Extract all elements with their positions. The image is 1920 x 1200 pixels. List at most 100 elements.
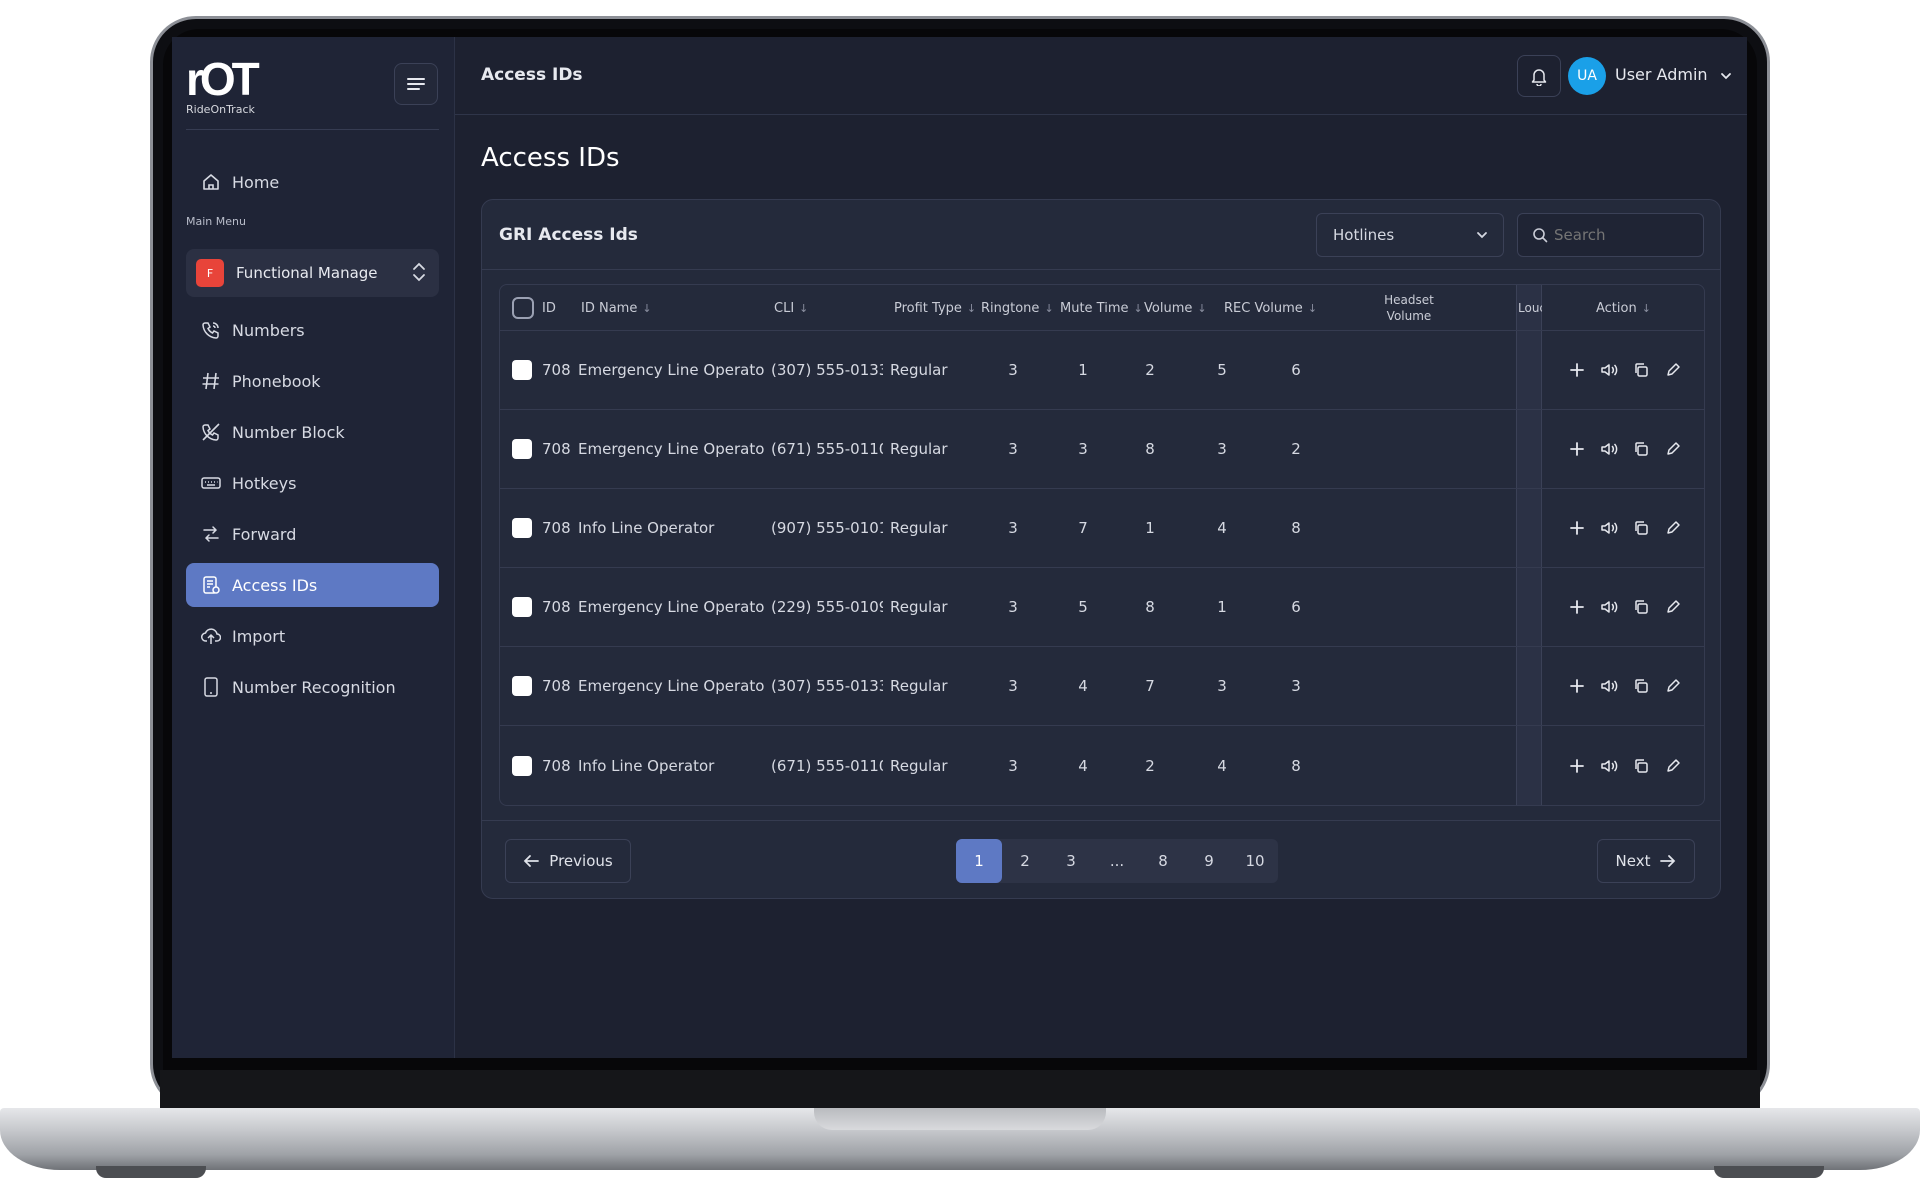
page-number-button[interactable]: 10 xyxy=(1232,839,1278,883)
row-checkbox[interactable] xyxy=(512,489,532,567)
column-header-volume[interactable]: Volume ↓ xyxy=(1144,285,1207,331)
row-checkbox[interactable] xyxy=(512,331,532,409)
plus-icon[interactable] xyxy=(1568,677,1586,695)
hash-icon xyxy=(200,370,222,392)
table-row[interactable]: 708 Emergency Line Operator 2 (671) 555-01… xyxy=(500,410,1704,489)
cell-profit-type: Regular xyxy=(890,519,948,537)
chevron-down-icon[interactable] xyxy=(1720,67,1732,86)
category-select[interactable]: Hotlines xyxy=(1316,213,1504,257)
sidebar-item-numbers[interactable]: Numbers xyxy=(186,308,439,352)
table-row[interactable]: 708 Info Line Operator (671) 555-0110 Regul… xyxy=(500,726,1704,805)
cell-volume: 8 xyxy=(1145,598,1155,616)
sidebar-item-access-ids[interactable]: Access IDs xyxy=(186,563,439,607)
speaker-icon[interactable] xyxy=(1600,361,1618,379)
cell-mute-time: 1 xyxy=(1078,361,1088,379)
speaker-icon[interactable] xyxy=(1600,677,1618,695)
search-box[interactable] xyxy=(1517,213,1704,257)
pencil-icon[interactable] xyxy=(1664,519,1682,537)
pencil-icon[interactable] xyxy=(1664,361,1682,379)
sidebar-item-forward[interactable]: Forward xyxy=(186,512,439,556)
row-actions xyxy=(1568,568,1682,646)
copy-icon[interactable] xyxy=(1632,519,1650,537)
cell-volume: 8 xyxy=(1145,440,1155,458)
plus-icon[interactable] xyxy=(1568,361,1586,379)
select-all-checkbox[interactable] xyxy=(512,285,534,331)
column-header-id-name[interactable]: ID Name ↓ xyxy=(581,285,652,331)
row-actions xyxy=(1568,489,1682,567)
access-ids-card: GRI Access Ids Hotlines ID ID Name↓ CLI↓… xyxy=(481,199,1721,899)
row-actions xyxy=(1568,726,1682,805)
page-number-button[interactable]: 2 xyxy=(1002,839,1048,883)
menu-toggle-button[interactable] xyxy=(394,63,438,105)
page-title: Access IDs xyxy=(481,143,620,173)
speaker-icon[interactable] xyxy=(1600,757,1618,775)
sidebar-item-label: Home xyxy=(232,172,280,192)
sidebar-item-import[interactable]: Import xyxy=(186,614,439,658)
cell-headset-volume: 6 xyxy=(1291,361,1301,379)
row-checkbox[interactable] xyxy=(512,410,532,488)
pencil-icon[interactable] xyxy=(1664,677,1682,695)
sidebar-divider xyxy=(186,129,439,130)
page-number-button[interactable]: 9 xyxy=(1186,839,1232,883)
table-row[interactable]: 708 Emergency Line Operator 1 (229) 555-01… xyxy=(500,568,1704,647)
copy-icon[interactable] xyxy=(1632,440,1650,458)
speaker-icon[interactable] xyxy=(1600,598,1618,616)
plus-icon[interactable] xyxy=(1568,598,1586,616)
functional-manage-selector[interactable]: F Functional Manage xyxy=(186,249,439,297)
sidebar-item-home[interactable]: Home xyxy=(186,160,439,204)
row-checkbox[interactable] xyxy=(512,726,532,805)
app-screen: rOT RideOnTrack Home Main Menu F Functio… xyxy=(172,37,1747,1058)
column-header-cli[interactable]: CLI ↓ xyxy=(774,285,808,331)
pencil-icon[interactable] xyxy=(1664,757,1682,775)
functional-badge: F xyxy=(196,259,224,287)
app-logo[interactable]: rOT RideOnTrack xyxy=(186,56,262,116)
column-header-ringtone[interactable]: Ringtone ↓ xyxy=(981,285,1054,331)
row-checkbox[interactable] xyxy=(512,568,532,646)
sidebar-item-number-recognition[interactable]: Number Recognition xyxy=(186,665,439,709)
previous-button[interactable]: Previous xyxy=(505,839,631,883)
table-row[interactable]: 708 Info Line Operator (907) 555-0101 Regul… xyxy=(500,489,1704,568)
pencil-icon[interactable] xyxy=(1664,598,1682,616)
page-number-button[interactable]: 8 xyxy=(1140,839,1186,883)
cell-ringtone: 3 xyxy=(1008,361,1018,379)
sidebar-item-phonebook[interactable]: Phonebook xyxy=(186,359,439,403)
table-row[interactable]: 708 Emergency Line Operator 2 (307) 555-01… xyxy=(500,647,1704,726)
speaker-icon[interactable] xyxy=(1600,440,1618,458)
column-header-id[interactable]: ID xyxy=(542,285,556,331)
pencil-icon[interactable] xyxy=(1664,440,1682,458)
column-header-headset-volume[interactable]: Headset Volume xyxy=(1324,285,1494,331)
next-label: Next xyxy=(1615,852,1651,870)
column-header-loud[interactable]: Louc xyxy=(1518,285,1542,331)
cell-cli: (307) 555-0133 xyxy=(771,677,883,695)
copy-icon[interactable] xyxy=(1632,677,1650,695)
column-header-mute-time[interactable]: Mute Time ↓ xyxy=(1060,285,1143,331)
copy-icon[interactable] xyxy=(1632,361,1650,379)
table-row[interactable]: 708 Emergency Line Operator 1 (307) 555-01… xyxy=(500,331,1704,410)
cell-rec-volume: 3 xyxy=(1217,677,1227,695)
plus-icon[interactable] xyxy=(1568,757,1586,775)
search-input[interactable] xyxy=(1554,226,1694,244)
sort-arrow-icon: ↓ xyxy=(966,301,977,315)
sidebar-item-hotkeys[interactable]: Hotkeys xyxy=(186,461,439,505)
row-checkbox[interactable] xyxy=(512,647,532,725)
keyboard-icon xyxy=(200,472,222,494)
plus-icon[interactable] xyxy=(1568,440,1586,458)
next-button[interactable]: Next xyxy=(1597,839,1695,883)
copy-icon[interactable] xyxy=(1632,598,1650,616)
notifications-button[interactable] xyxy=(1517,55,1561,97)
column-header-rec-volume[interactable]: REC Volume ↓ xyxy=(1224,285,1317,331)
sidebar-item-number-block[interactable]: Number Block xyxy=(186,410,439,454)
page-number-button[interactable]: 3 xyxy=(1048,839,1094,883)
plus-icon[interactable] xyxy=(1568,519,1586,537)
copy-icon[interactable] xyxy=(1632,757,1650,775)
page-ellipsis: ... xyxy=(1109,852,1125,870)
column-header-profit-type[interactable]: Profit Type ↓ xyxy=(894,285,976,331)
avatar[interactable]: UA xyxy=(1568,57,1606,95)
page-number-button[interactable]: 1 xyxy=(956,839,1002,883)
speaker-icon[interactable] xyxy=(1600,519,1618,537)
user-menu[interactable]: User Admin xyxy=(1615,65,1708,84)
cell-rec-volume: 4 xyxy=(1217,519,1227,537)
cell-id-name: Emergency Line Operator 2 xyxy=(578,677,764,695)
cell-headset-volume: 8 xyxy=(1291,519,1301,537)
pagination-bar: Previous 1 2 3... 8 9 10 Next xyxy=(482,820,1720,900)
